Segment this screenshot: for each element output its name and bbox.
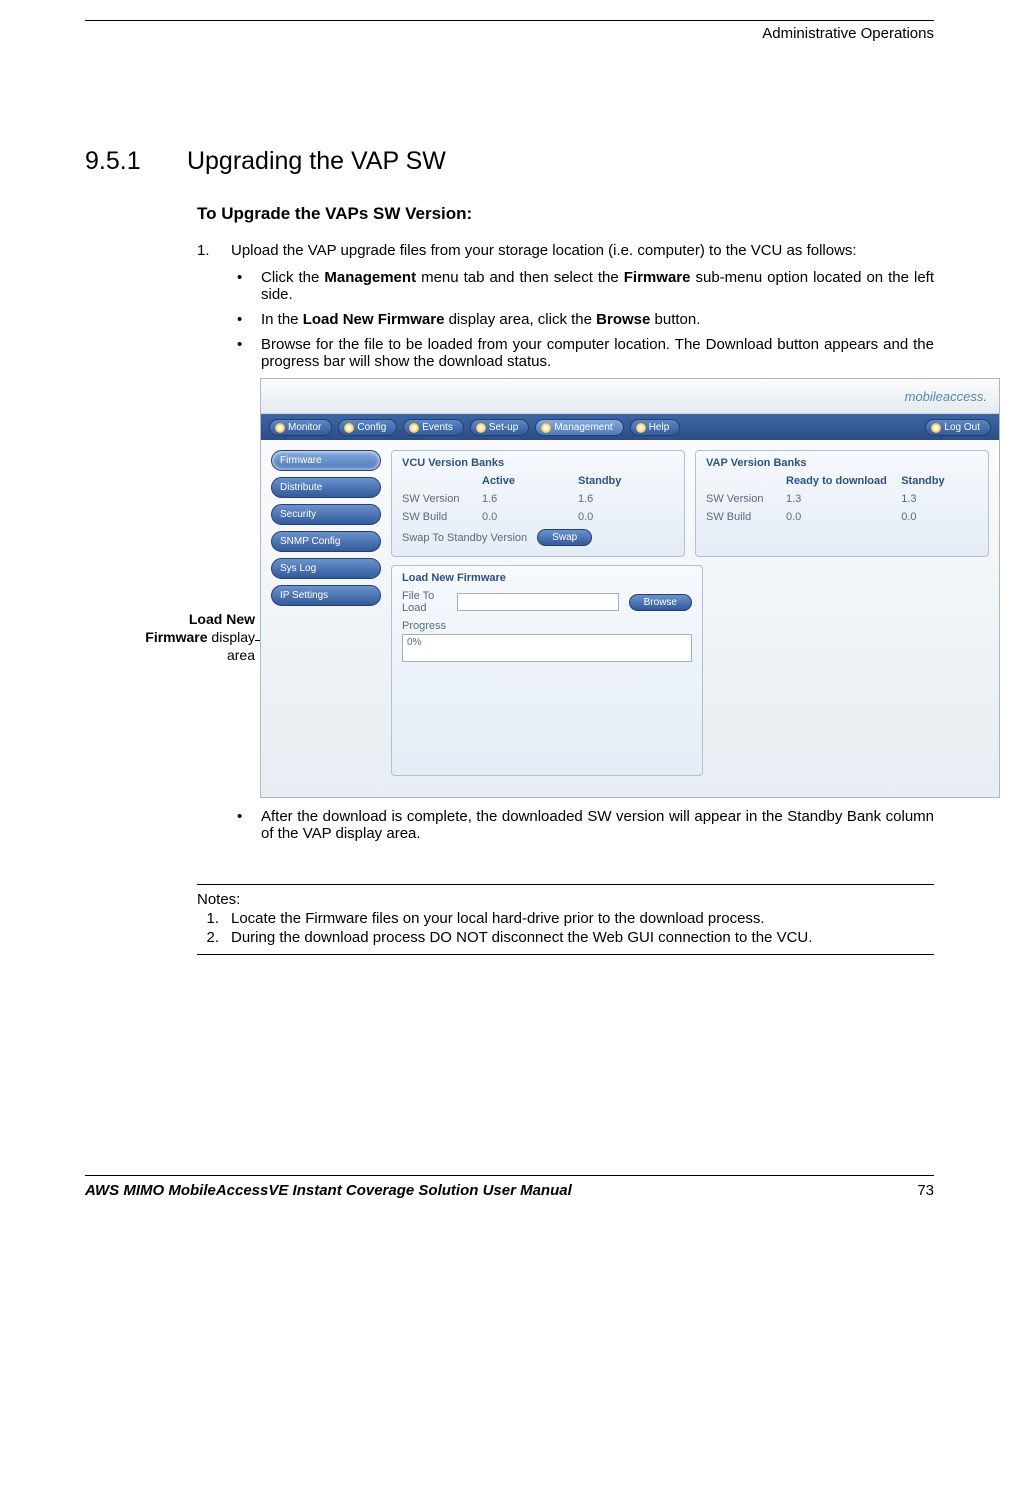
app-screenshot: mobileaccess. Monitor Config Events Set-…: [260, 378, 1000, 798]
page-footer: AWS MIMO MobileAccessVE Instant Coverage…: [85, 1175, 934, 1199]
load-new-firmware-panel: Load New Firmware File To Load Browse Pr…: [391, 565, 703, 776]
lnf-title: Load New Firmware: [402, 572, 692, 584]
side-security[interactable]: Security: [271, 504, 381, 525]
file-to-load-label: File To Load: [402, 590, 447, 614]
vap-panel: VAP Version Banks Ready to downloadStand…: [695, 450, 989, 557]
section-heading: 9.5.1 Upgrading the VAP SW: [85, 147, 934, 176]
progress-label: Progress: [402, 620, 692, 632]
side-ipsettings[interactable]: IP Settings: [271, 585, 381, 606]
side-distribute[interactable]: Distribute: [271, 477, 381, 498]
nav-monitor[interactable]: Monitor: [269, 419, 332, 436]
side-menu: Firmware Distribute Security SNMP Config…: [271, 450, 381, 776]
swap-label: Swap To Standby Version: [402, 532, 527, 544]
step-1: 1. Upload the VAP upgrade files from you…: [197, 242, 934, 259]
section-number: 9.5.1: [85, 147, 180, 176]
page-header: Administrative Operations: [85, 25, 934, 42]
logout-button[interactable]: Log Out: [925, 419, 991, 436]
side-firmware[interactable]: Firmware: [271, 450, 381, 471]
nav-bar: Monitor Config Events Set-up Management …: [261, 414, 999, 440]
brand-logo: mobileaccess.: [905, 389, 987, 404]
nav-config[interactable]: Config: [338, 419, 397, 436]
vcu-title: VCU Version Banks: [402, 457, 674, 469]
progress-value: 0%: [402, 634, 692, 662]
section-title: Upgrading the VAP SW: [187, 147, 446, 175]
nav-management[interactable]: Management: [535, 419, 623, 436]
page-number: 73: [917, 1182, 934, 1199]
browse-button[interactable]: Browse: [629, 594, 692, 611]
side-snmp[interactable]: SNMP Config: [271, 531, 381, 552]
vap-title: VAP Version Banks: [706, 457, 978, 469]
sub-heading: To Upgrade the VAPs SW Version:: [197, 204, 934, 224]
swap-button[interactable]: Swap: [537, 529, 592, 546]
bullet-4: • After the download is complete, the do…: [237, 808, 934, 842]
notes-block: Notes: 1.Locate the Firmware files on yo…: [197, 884, 934, 955]
footer-title: AWS MIMO MobileAccessVE Instant Coverage…: [85, 1182, 572, 1199]
side-syslog[interactable]: Sys Log: [271, 558, 381, 579]
nav-events[interactable]: Events: [403, 419, 464, 436]
figure-callout: Load New Firmware display area: [85, 610, 255, 665]
bullet-2: • In the Load New Firmware display area,…: [237, 311, 934, 328]
notes-title: Notes:: [197, 891, 934, 908]
file-to-load-input[interactable]: [457, 593, 619, 611]
bullet-1: • Click the Management menu tab and then…: [237, 269, 934, 303]
nav-help[interactable]: Help: [630, 419, 681, 436]
step-number: 1.: [197, 242, 217, 259]
nav-setup[interactable]: Set-up: [470, 419, 529, 436]
vcu-panel: VCU Version Banks ActiveStandby SW Versi…: [391, 450, 685, 557]
step-text: Upload the VAP upgrade files from your s…: [231, 242, 934, 259]
bullet-3: • Browse for the file to be loaded from …: [237, 336, 934, 370]
